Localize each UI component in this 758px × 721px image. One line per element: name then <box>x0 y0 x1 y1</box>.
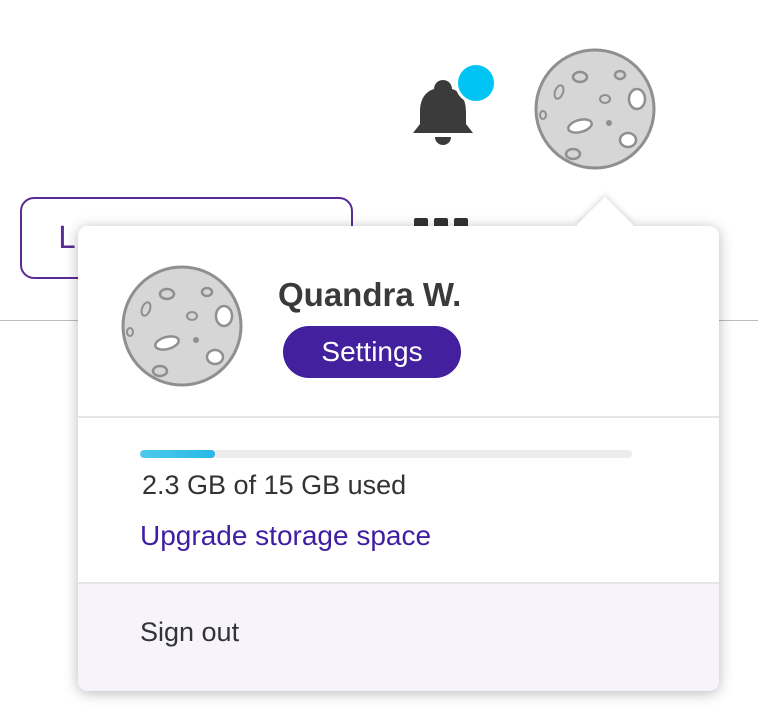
storage-usage-text: 2.3 GB of 15 GB used <box>142 470 407 500</box>
profile-avatar <box>120 264 244 388</box>
upgrade-storage-link[interactable]: Upgrade storage space <box>140 520 431 552</box>
storage-progress-bar <box>140 450 632 458</box>
account-menu-body: Quandra W. Settings 2.3 GB of 15 GB used… <box>78 226 719 691</box>
storage-progress-fill <box>140 450 216 458</box>
moon-avatar-icon <box>121 265 243 387</box>
user-name: Quandra W. <box>278 276 462 313</box>
user-avatar-button[interactable] <box>533 47 657 171</box>
background-button-label: L <box>58 221 75 256</box>
moon-avatar-icon <box>534 48 656 170</box>
sign-out-item[interactable]: Sign out <box>78 584 719 691</box>
sign-out-label: Sign out <box>140 617 240 647</box>
notification-badge <box>455 62 497 104</box>
storage-section: 2.3 GB of 15 GB used Upgrade storage spa… <box>78 418 719 584</box>
profile-section: Quandra W. Settings <box>78 226 719 418</box>
account-menu-popup: Quandra W. Settings 2.3 GB of 15 GB used… <box>78 196 719 691</box>
page: L Quandra W. Settings 2.3 GB of 15 GB us… <box>0 0 758 721</box>
settings-button[interactable]: Settings <box>283 326 461 378</box>
